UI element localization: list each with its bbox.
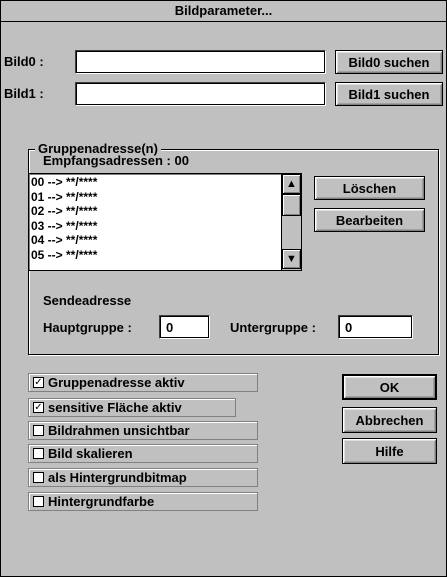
address-listbox[interactable]: 00 --> **/**** 01 --> **/**** 02 --> **/…	[28, 173, 302, 271]
sub-group-label: Untergruppe :	[230, 320, 316, 335]
checkbox-icon: ✓	[33, 377, 44, 388]
option-label: Bildrahmen unsichtbar	[48, 423, 190, 438]
receive-address-label: Empfangsadressen : 00	[43, 153, 189, 168]
option-label: Hintergrundfarbe	[48, 494, 155, 509]
bild0-label: Bild0 :	[4, 54, 44, 69]
option-label: als Hintergrundbitmap	[48, 470, 187, 485]
bild0-search-button[interactable]: Bild0 suchen	[335, 50, 443, 74]
edit-button[interactable]: Bearbeiten	[314, 208, 425, 232]
checkbox-icon	[33, 496, 44, 507]
option-background-bitmap[interactable]: als Hintergrundbitmap	[28, 468, 258, 487]
option-frame-invisible[interactable]: Bildrahmen unsichtbar	[28, 421, 258, 440]
bild1-search-button[interactable]: Bild1 suchen	[335, 82, 443, 106]
delete-button[interactable]: Löschen	[314, 176, 425, 200]
list-scrollbar[interactable]: ▲ ▼	[281, 174, 301, 270]
option-label: Bild skalieren	[48, 446, 133, 461]
main-group-label: Hauptgruppe :	[43, 320, 132, 335]
bild1-input[interactable]	[75, 82, 326, 106]
checkbox-icon	[33, 472, 44, 483]
list-item[interactable]: 02 --> **/****	[31, 204, 97, 219]
window-title: Bildparameter...	[1, 1, 446, 22]
option-scale-image[interactable]: Bild skalieren	[28, 444, 258, 463]
checkbox-icon	[33, 425, 44, 436]
checkbox-icon	[33, 448, 44, 459]
bild0-input[interactable]	[75, 50, 326, 74]
option-label: Gruppenadresse aktiv	[48, 375, 185, 390]
list-item[interactable]: 04 --> **/****	[31, 233, 97, 248]
scroll-down-icon[interactable]: ▼	[282, 249, 301, 269]
help-button[interactable]: Hilfe	[342, 438, 437, 464]
scroll-up-icon[interactable]: ▲	[282, 174, 301, 194]
option-background-color[interactable]: Hintergrundfarbe	[28, 492, 258, 511]
send-address-label: Sendeadresse	[43, 293, 132, 308]
bild1-label: Bild1 :	[4, 86, 44, 101]
list-item[interactable]: 01 --> **/****	[31, 190, 97, 205]
list-item[interactable]: 05 --> **/****	[31, 248, 97, 263]
scroll-thumb[interactable]	[282, 194, 301, 216]
sub-group-input[interactable]	[338, 315, 413, 339]
dialog-window: Bildparameter... Bild0 : Bild0 suchen Bi…	[0, 0, 447, 577]
ok-button[interactable]: OK	[342, 374, 437, 400]
main-group-input[interactable]	[159, 315, 210, 339]
option-label: sensitive Fläche aktiv	[48, 400, 182, 415]
option-sensitive-area-active[interactable]: ✓ sensitive Fläche aktiv	[28, 398, 236, 417]
cancel-button[interactable]: Abbrechen	[342, 407, 437, 433]
checkbox-icon: ✓	[33, 402, 44, 413]
option-group-address-active[interactable]: ✓ Gruppenadresse aktiv	[28, 373, 258, 392]
list-item[interactable]: 00 --> **/****	[31, 175, 97, 190]
list-item[interactable]: 03 --> **/****	[31, 219, 97, 234]
